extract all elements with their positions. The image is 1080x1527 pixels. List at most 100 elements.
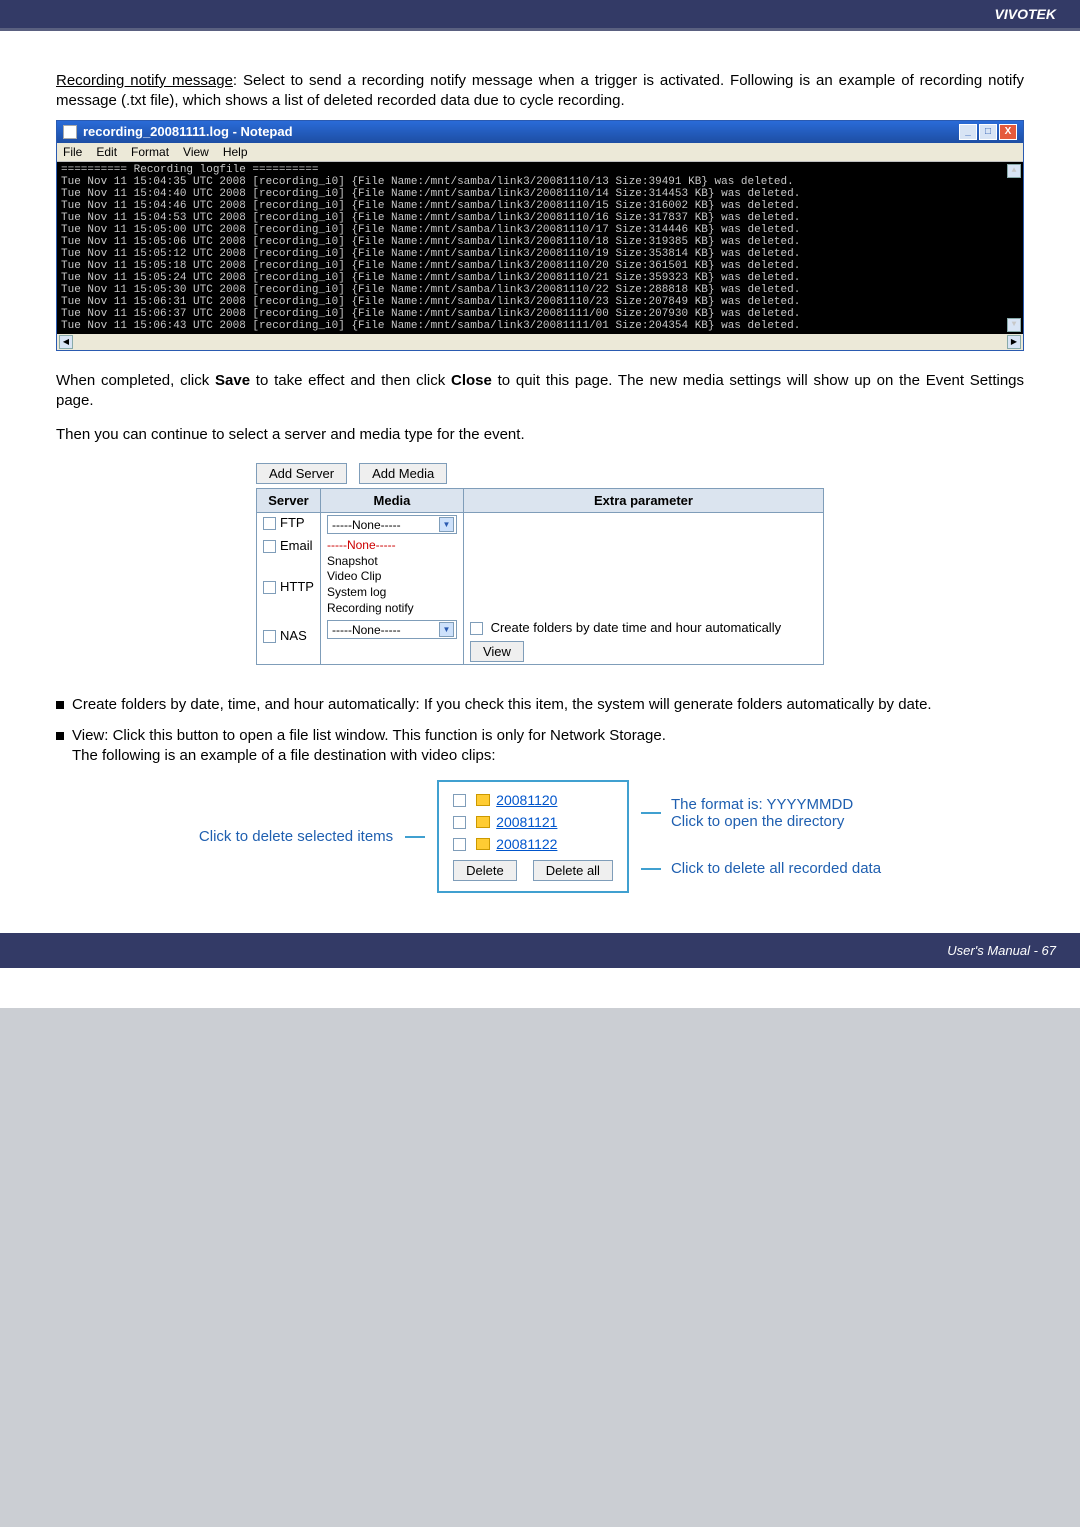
delete-button[interactable]: Delete bbox=[453, 860, 517, 881]
bullet-text: Create folders by date, time, and hour a… bbox=[72, 695, 932, 715]
checkbox-ftp[interactable] bbox=[263, 517, 276, 530]
close-button[interactable]: X bbox=[999, 124, 1017, 140]
maximize-button[interactable]: □ bbox=[979, 124, 997, 140]
checkbox-email[interactable] bbox=[263, 540, 276, 553]
connector-line bbox=[641, 812, 661, 814]
checkbox-create-folders[interactable] bbox=[470, 622, 483, 635]
bullet-list: Create folders by date, time, and hour a… bbox=[56, 695, 1024, 766]
view-button[interactable]: View bbox=[470, 641, 524, 662]
media-opt[interactable]: Recording notify bbox=[327, 601, 457, 617]
after-para-2: Then you can continue to select a server… bbox=[56, 425, 1024, 445]
server-media-table: Server Media Extra parameter FTP -----No… bbox=[256, 488, 824, 665]
scroll-left-icon[interactable]: ◀ bbox=[59, 335, 73, 349]
add-button-row: Add Server Add Media bbox=[256, 463, 824, 484]
log-line: Tue Nov 11 15:05:30 UTC 2008 [recording_… bbox=[61, 284, 800, 296]
scroll-right-icon[interactable]: ▶ bbox=[1007, 335, 1021, 349]
checkbox-nas[interactable] bbox=[263, 630, 276, 643]
media-opt[interactable]: Snapshot bbox=[327, 554, 457, 570]
scroll-down-icon[interactable]: ▼ bbox=[1007, 318, 1021, 332]
log-line: Tue Nov 11 15:06:31 UTC 2008 [recording_… bbox=[61, 296, 800, 308]
select-value: -----None----- bbox=[332, 518, 401, 532]
button-row: Delete Delete all bbox=[453, 860, 613, 881]
log-line: Tue Nov 11 15:06:37 UTC 2008 [recording_… bbox=[61, 308, 800, 320]
dir-link[interactable]: 20081120 bbox=[496, 792, 557, 808]
add-server-button[interactable]: Add Server bbox=[256, 463, 347, 484]
media-opt[interactable]: Video Clip bbox=[327, 569, 457, 585]
dir-checkbox[interactable] bbox=[453, 838, 466, 851]
minimize-button[interactable]: _ bbox=[959, 124, 977, 140]
table-row: NAS -----None----- ▼ Create folders by d… bbox=[257, 618, 824, 665]
label-create-folders: Create folders by date time and hour aut… bbox=[491, 620, 782, 635]
media-opt[interactable]: System log bbox=[327, 585, 457, 601]
label-delete-all: Click to delete all recorded data bbox=[671, 860, 881, 877]
folder-icon bbox=[476, 838, 490, 850]
select-value: -----None----- bbox=[332, 623, 401, 637]
checkbox-http[interactable] bbox=[263, 581, 276, 594]
event-block: Add Server Add Media Server Media Extra … bbox=[256, 463, 824, 665]
notepad-icon bbox=[63, 125, 77, 139]
bullet-icon bbox=[56, 732, 64, 740]
notepad-hscroll[interactable]: ◀ ▶ bbox=[57, 334, 1023, 350]
col-extra: Extra parameter bbox=[463, 489, 823, 513]
bullet-text: View: Click this button to open a file l… bbox=[72, 726, 666, 746]
window-controls: _ □ X bbox=[959, 124, 1017, 140]
diagram-right-bottom: Click to delete all recorded data bbox=[641, 860, 881, 877]
menu-help[interactable]: Help bbox=[223, 145, 248, 159]
notepad-window: recording_20081111.log - Notepad _ □ X F… bbox=[56, 120, 1024, 351]
label-http: HTTP bbox=[280, 579, 314, 594]
intro-heading: Recording notify message bbox=[56, 72, 233, 89]
label-format: The format is: YYYYMMDD Click to open th… bbox=[671, 796, 853, 830]
log-line: Tue Nov 11 15:04:35 UTC 2008 [recording_… bbox=[61, 176, 794, 188]
label-nas: NAS bbox=[280, 628, 307, 643]
bullet-subtext: The following is an example of a file de… bbox=[72, 746, 666, 766]
save-word: Save bbox=[215, 372, 250, 389]
label-format-1: The format is: YYYYMMDD bbox=[671, 796, 853, 813]
t2: to take effect and then click bbox=[250, 372, 451, 389]
dir-checkbox[interactable] bbox=[453, 794, 466, 807]
dir-link[interactable]: 20081122 bbox=[496, 836, 557, 852]
log-line: Tue Nov 11 15:04:40 UTC 2008 [recording_… bbox=[61, 188, 800, 200]
scroll-up-icon[interactable]: ▲ bbox=[1007, 164, 1021, 178]
table-row: Email -----None----- Snapshot Video Clip… bbox=[257, 536, 824, 577]
media-select-ftp[interactable]: -----None----- ▼ bbox=[327, 515, 457, 534]
bullet-item: Create folders by date, time, and hour a… bbox=[56, 695, 1024, 715]
label-email: Email bbox=[280, 538, 313, 553]
col-media: Media bbox=[320, 489, 463, 513]
table-row: FTP -----None----- ▼ bbox=[257, 513, 824, 537]
log-line: Tue Nov 11 15:04:53 UTC 2008 [recording_… bbox=[61, 212, 800, 224]
after-para-1: When completed, click Save to take effec… bbox=[56, 371, 1024, 412]
log-line: Tue Nov 11 15:05:06 UTC 2008 [recording_… bbox=[61, 236, 800, 248]
folder-icon bbox=[476, 816, 490, 828]
media-opt[interactable]: -----None----- bbox=[327, 538, 457, 554]
dir-checkbox[interactable] bbox=[453, 816, 466, 829]
file-dest-diagram: Click to delete selected items 20081120 … bbox=[56, 780, 1024, 893]
diagram-right-top: The format is: YYYYMMDD Click to open th… bbox=[641, 796, 881, 830]
menu-view[interactable]: View bbox=[183, 145, 209, 159]
log-line: Tue Nov 11 15:04:46 UTC 2008 [recording_… bbox=[61, 200, 800, 212]
chevron-down-icon[interactable]: ▼ bbox=[439, 517, 454, 532]
connector-line bbox=[641, 868, 661, 870]
log-line: Tue Nov 11 15:05:24 UTC 2008 [recording_… bbox=[61, 272, 800, 284]
dir-row: 20081121 bbox=[453, 814, 613, 830]
folder-icon bbox=[476, 794, 490, 806]
delete-all-button[interactable]: Delete all bbox=[533, 860, 613, 881]
connector-line bbox=[405, 836, 425, 838]
bullet-icon bbox=[56, 701, 64, 709]
label-ftp: FTP bbox=[280, 515, 305, 530]
table-header-row: Server Media Extra parameter bbox=[257, 489, 824, 513]
media-select-nas[interactable]: -----None----- ▼ bbox=[327, 620, 457, 639]
notepad-body[interactable]: ▲▼========== Recording logfile =========… bbox=[57, 162, 1023, 334]
label-delete-selected: Click to delete selected items bbox=[199, 828, 393, 845]
chevron-down-icon[interactable]: ▼ bbox=[439, 622, 454, 637]
add-media-button[interactable]: Add Media bbox=[359, 463, 447, 484]
menu-format[interactable]: Format bbox=[131, 145, 169, 159]
diagram-right-col: The format is: YYYYMMDD Click to open th… bbox=[641, 796, 881, 877]
page-footer: User's Manual - 67 bbox=[0, 933, 1080, 968]
log-line: Tue Nov 11 15:05:00 UTC 2008 [recording_… bbox=[61, 224, 800, 236]
menu-edit[interactable]: Edit bbox=[96, 145, 117, 159]
dir-link[interactable]: 20081121 bbox=[496, 814, 557, 830]
dir-row: 20081122 bbox=[453, 836, 613, 852]
menu-file[interactable]: File bbox=[63, 145, 82, 159]
dir-row: 20081120 bbox=[453, 792, 613, 808]
brand-text: VIVOTEK bbox=[995, 6, 1056, 22]
